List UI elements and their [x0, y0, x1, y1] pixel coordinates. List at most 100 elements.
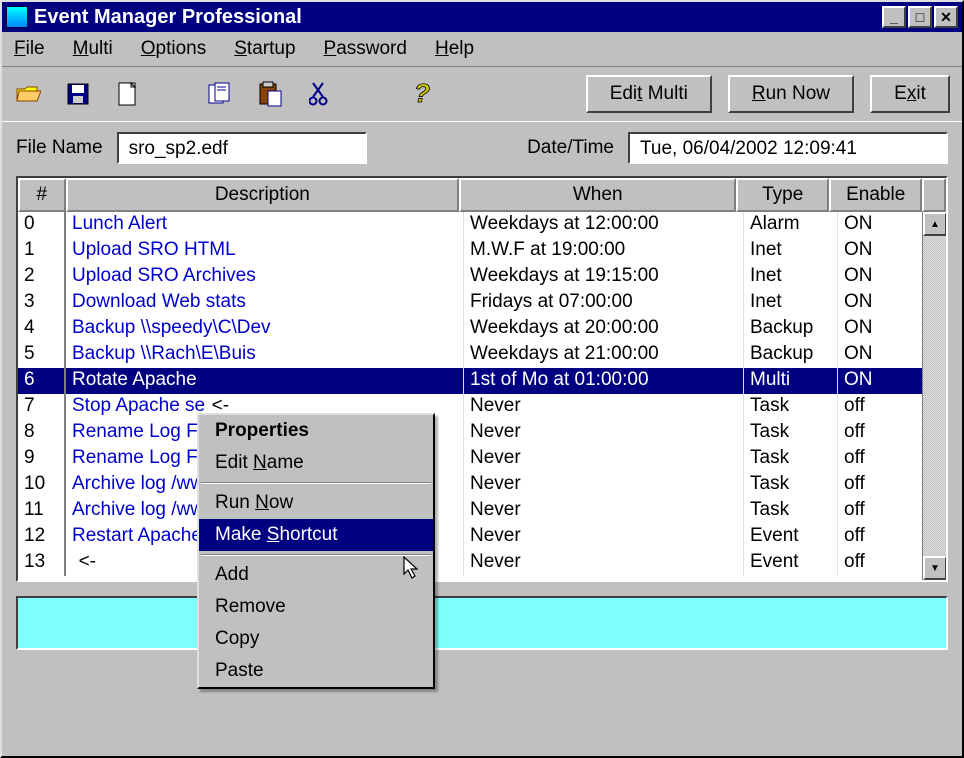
menu-help[interactable]: Help: [435, 38, 474, 60]
menu-multi[interactable]: Multi: [73, 38, 113, 60]
table-row[interactable]: 11Archive log /ww<-NeverTaskoff: [18, 498, 946, 524]
table-row[interactable]: 6Rotate Apache1st of Mo at 01:00:00Multi…: [18, 368, 946, 394]
cell-description: Upload SRO HTML: [66, 238, 464, 264]
cm-remove[interactable]: Remove: [199, 591, 433, 623]
save-icon[interactable]: [64, 81, 92, 107]
context-menu: Properties Edit Name Run Now Make Shortc…: [197, 413, 435, 689]
col-header-enable[interactable]: Enable: [829, 178, 922, 212]
table-row[interactable]: 10Archive log /ww<-NeverTaskoff: [18, 472, 946, 498]
menu-password[interactable]: Password: [324, 38, 407, 60]
col-header-type[interactable]: Type: [736, 178, 829, 212]
cell-enable: ON: [838, 316, 932, 342]
cell-num: 3: [18, 290, 66, 316]
cell-description: Upload SRO Archives: [66, 264, 464, 290]
cell-description: Download Web stats: [66, 290, 464, 316]
app-icon: [6, 6, 28, 28]
cell-enable: ON: [838, 290, 932, 316]
cell-type: Task: [744, 420, 838, 446]
toolbar: ? Edit Multi Run Now Exit: [2, 66, 962, 122]
cell-enable: off: [838, 420, 932, 446]
window-title: Event Manager Professional: [34, 6, 882, 29]
cell-when: Never: [464, 446, 744, 472]
edit-multi-button[interactable]: Edit Multi: [586, 75, 712, 113]
cell-type: Task: [744, 446, 838, 472]
table-row[interactable]: 9Rename Log File<-NeverTaskoff: [18, 446, 946, 472]
help-icon[interactable]: ?: [408, 81, 436, 107]
file-name-input[interactable]: sro_sp2.edf: [117, 132, 367, 164]
table-row[interactable]: 13<-NeverEventoff: [18, 550, 946, 576]
col-header-scroll: [922, 178, 946, 212]
cell-num: 13: [18, 550, 66, 576]
col-header-num[interactable]: #: [18, 178, 66, 212]
cell-num: 10: [18, 472, 66, 498]
cell-num: 1: [18, 238, 66, 264]
cell-num: 8: [18, 420, 66, 446]
date-time-label: Date/Time: [527, 137, 614, 159]
paste-icon[interactable]: [256, 81, 284, 107]
table-row[interactable]: 0Lunch AlertWeekdays at 12:00:00AlarmON: [18, 212, 946, 238]
cm-paste[interactable]: Paste: [199, 655, 433, 687]
menu-startup[interactable]: Startup: [234, 38, 295, 60]
cell-num: 11: [18, 498, 66, 524]
cell-when: Never: [464, 394, 744, 420]
minimize-button[interactable]: _: [882, 6, 906, 28]
cut-icon[interactable]: [306, 81, 334, 107]
table-row[interactable]: 4Backup \\speedy\C\DevWeekdays at 20:00:…: [18, 316, 946, 342]
cm-edit-name[interactable]: Edit Name: [199, 447, 433, 479]
cell-enable: ON: [838, 368, 932, 394]
cell-when: Weekdays at 20:00:00: [464, 316, 744, 342]
table-row[interactable]: 12Restart Apache<-NeverEventoff: [18, 524, 946, 550]
scroll-up-button[interactable]: ▲: [923, 212, 946, 236]
cm-copy[interactable]: Copy: [199, 623, 433, 655]
cell-when: M.W.F at 19:00:00: [464, 238, 744, 264]
maximize-button[interactable]: □: [908, 6, 932, 28]
exit-button[interactable]: Exit: [870, 75, 950, 113]
table-row[interactable]: 2Upload SRO ArchivesWeekdays at 19:15:00…: [18, 264, 946, 290]
cell-description: Rotate Apache: [66, 368, 464, 394]
cell-type: Event: [744, 550, 838, 576]
table-row[interactable]: 7Stop Apache se<-NeverTaskoff: [18, 394, 946, 420]
close-button[interactable]: ✕: [934, 6, 958, 28]
table-row[interactable]: 1Upload SRO HTMLM.W.F at 19:00:00InetON: [18, 238, 946, 264]
cell-type: Backup: [744, 342, 838, 368]
table-row[interactable]: 8Rename Log File<-NeverTaskoff: [18, 420, 946, 446]
run-now-button[interactable]: Run Now: [728, 75, 854, 113]
cm-add[interactable]: Add: [199, 559, 433, 591]
grid-body: 0Lunch AlertWeekdays at 12:00:00AlarmON1…: [18, 212, 946, 580]
cell-when: Weekdays at 19:15:00: [464, 264, 744, 290]
cell-enable: off: [838, 394, 932, 420]
table-row[interactable]: 5Backup \\Rach\E\BuisWeekdays at 21:00:0…: [18, 342, 946, 368]
cm-properties[interactable]: Properties: [199, 415, 433, 447]
menu-file[interactable]: File: [14, 38, 45, 60]
cell-type: Task: [744, 394, 838, 420]
scrollbar[interactable]: ▲ ▼: [922, 212, 946, 580]
cell-type: Inet: [744, 238, 838, 264]
col-header-description[interactable]: Description: [66, 178, 460, 212]
scroll-track[interactable]: [923, 236, 946, 556]
cell-when: Never: [464, 550, 744, 576]
copy-icon[interactable]: [206, 81, 234, 107]
open-icon[interactable]: [14, 81, 42, 107]
scroll-down-button[interactable]: ▼: [923, 556, 946, 580]
cm-separator: [201, 554, 431, 556]
cell-type: Task: [744, 498, 838, 524]
titlebar: Event Manager Professional _ □ ✕: [2, 2, 962, 32]
menu-options[interactable]: Options: [141, 38, 206, 60]
cell-when: Never: [464, 420, 744, 446]
date-time-input[interactable]: Tue, 06/04/2002 12:09:41: [628, 132, 948, 164]
cell-enable: off: [838, 472, 932, 498]
cm-run-now[interactable]: Run Now: [199, 487, 433, 519]
cell-description: Backup \\speedy\C\Dev: [66, 316, 464, 342]
cell-enable: off: [838, 550, 932, 576]
cm-make-shortcut[interactable]: Make Shortcut: [199, 519, 433, 551]
cell-num: 4: [18, 316, 66, 342]
cell-description: Backup \\Rach\E\Buis: [66, 342, 464, 368]
cell-when: Weekdays at 21:00:00: [464, 342, 744, 368]
cell-type: Inet: [744, 264, 838, 290]
svg-text:?: ?: [414, 80, 430, 108]
table-row[interactable]: 3Download Web statsFridays at 07:00:00In…: [18, 290, 946, 316]
cell-when: 1st of Mo at 01:00:00: [464, 368, 744, 394]
new-icon[interactable]: [114, 81, 142, 107]
col-header-when[interactable]: When: [459, 178, 736, 212]
cell-enable: off: [838, 524, 932, 550]
